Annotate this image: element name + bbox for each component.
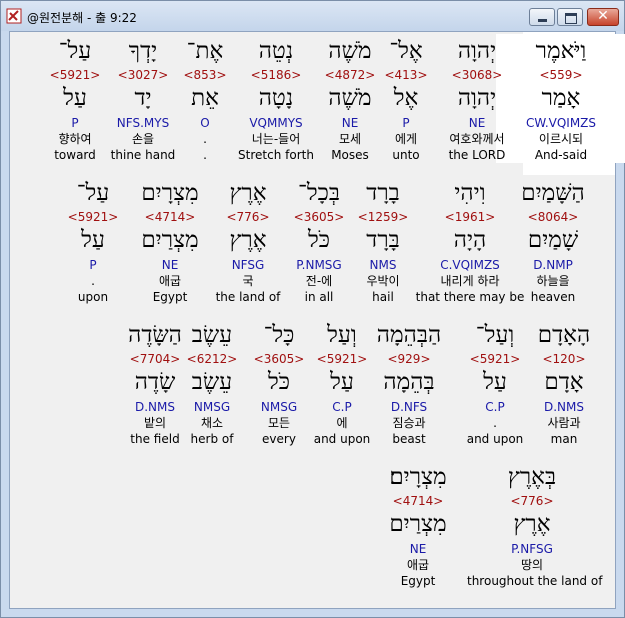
english-gloss: Egypt [400, 574, 436, 588]
lemma-word: מִצְרַיִם [389, 511, 447, 537]
english-gloss: toward [54, 148, 96, 162]
morphology-code: P.NFSG [511, 542, 553, 556]
strong-number: <776> [510, 494, 554, 508]
hebrew-word: עַל־ [58, 38, 92, 64]
morphology-code: P [89, 258, 97, 272]
hebrew-word: עַל־ [76, 180, 110, 206]
korean-gloss: . [91, 274, 95, 288]
interlinear-panel[interactable]: וַיֹּאמֶר <559> אָמַר CW.VQIMZS 이르시되 And-said… [9, 31, 625, 609]
word-cell[interactable]: עַל־ <5921> עַל P. upon [28, 176, 158, 305]
korean-gloss: 밭의 [143, 416, 167, 430]
lemma-word: שָׂדֶה [134, 369, 176, 395]
minimize-button[interactable] [529, 8, 555, 26]
hebrew-word: הַשָּׂדֶה [128, 322, 182, 348]
hebrew-word: בְּאֶרֶץ [507, 464, 557, 490]
word-cell[interactable]: עַל־ <5921> עַל P 향하여 toward [10, 34, 140, 163]
strong-number: <5921> [49, 68, 101, 82]
title-bar[interactable]: @원전분해 - 출 9:22 ✕ [1, 1, 624, 31]
close-icon: ✕ [597, 8, 609, 24]
word-cell[interactable]: בְּאֶרֶץ <776> אֶרֶץ P.NFSG 땅의 throughout the… [467, 460, 603, 589]
lemma-word: עַל [81, 227, 105, 253]
english-gloss: upon [77, 290, 109, 304]
strong-number: <7704> [129, 352, 181, 366]
morphology-code: P [71, 116, 79, 130]
lemma-word: עַל [63, 85, 87, 111]
maximize-button[interactable] [557, 8, 583, 26]
app-icon[interactable] [6, 8, 22, 24]
strong-number: <4714> [392, 494, 444, 508]
korean-gloss: 애굽 [406, 558, 430, 572]
korean-gloss: 향하여 [58, 132, 92, 146]
morphology-code: NE [409, 542, 427, 556]
strong-number: <5921> [67, 210, 119, 224]
word-cell[interactable]: הַשָּׂדֶה <7704> שָׂדֶה D.NMS 밭의 the field [90, 318, 220, 447]
window-title: @원전분해 - 출 9:22 [27, 11, 137, 25]
lemma-word: אֶרֶץ [513, 511, 551, 537]
morphology-code: D.NMS [134, 400, 175, 414]
close-button[interactable]: ✕ [587, 8, 619, 26]
app-window: @원전분해 - 출 9:22 ✕ וַיֹּאמֶר <559> אָמַר CW.V… [0, 0, 625, 618]
word-cell[interactable]: מִצְרָיִם׃ <4714> מִצְרַיִם NE 애굽 Egypt [353, 460, 483, 589]
english-gloss: the field [130, 432, 180, 446]
hebrew-word: מִצְרָיִם׃ [389, 464, 447, 490]
english-gloss: throughout the land of [467, 574, 603, 588]
korean-gloss: 땅의 [520, 558, 544, 572]
